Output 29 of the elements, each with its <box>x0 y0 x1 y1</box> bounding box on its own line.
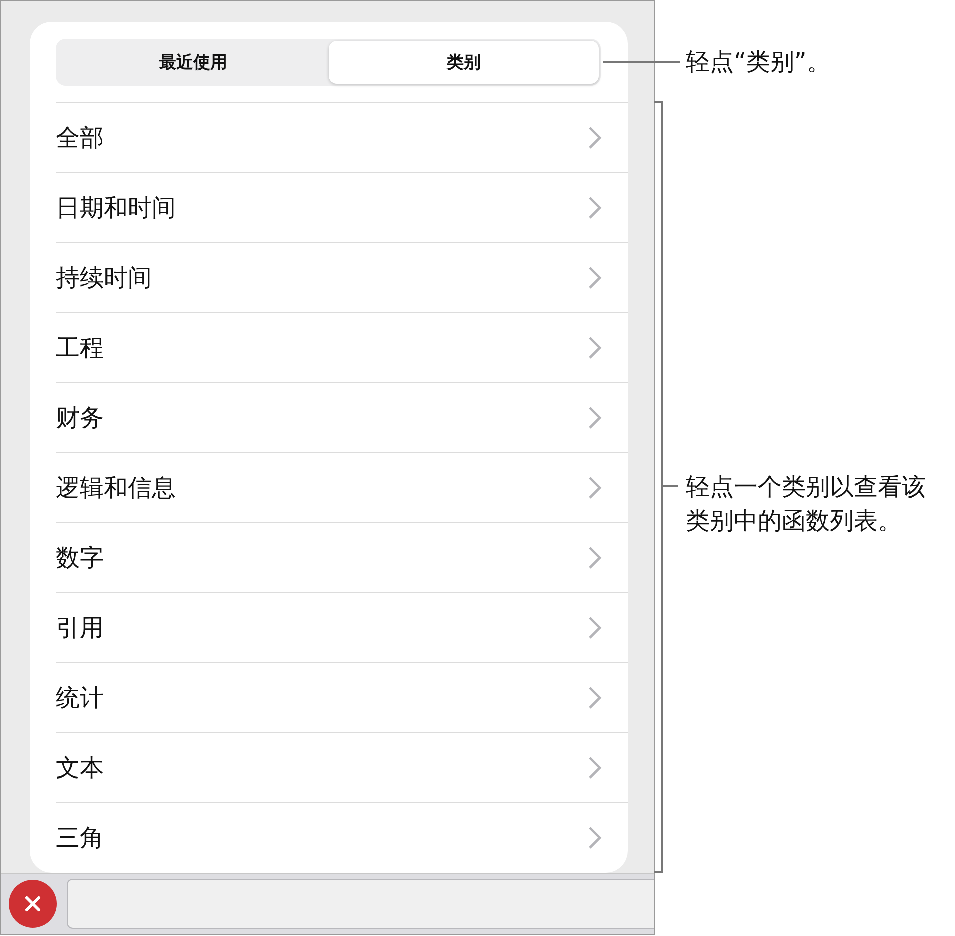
chevron-icon <box>588 126 602 150</box>
chevron-icon <box>588 476 602 500</box>
callout-text: 轻点“类别”。 <box>686 47 831 78</box>
chevron-icon <box>588 616 602 640</box>
category-item[interactable]: 引用 <box>56 593 628 663</box>
chevron-icon <box>588 336 602 360</box>
chevron-icon <box>588 826 602 850</box>
category-item[interactable]: 全部 <box>56 103 628 173</box>
callout-text: 轻点一个类别以查看该类别中的函数列表。 <box>686 472 927 537</box>
category-item[interactable]: 三角 <box>56 803 628 872</box>
category-item[interactable]: 工程 <box>56 313 628 383</box>
close-icon <box>23 894 43 914</box>
close-button[interactable] <box>9 880 57 928</box>
category-item[interactable]: 文本 <box>56 733 628 803</box>
category-item[interactable]: 日期和时间 <box>56 173 628 243</box>
category-item[interactable]: 统计 <box>56 663 628 733</box>
category-item[interactable]: 持续时间 <box>56 243 628 313</box>
chevron-icon <box>588 266 602 290</box>
chevron-icon <box>588 756 602 780</box>
formula-input-field[interactable] <box>67 879 654 929</box>
chevron-icon <box>588 546 602 570</box>
chevron-icon <box>588 686 602 710</box>
category-item[interactable]: 财务 <box>56 383 628 453</box>
category-item[interactable]: 逻辑和信息 <box>56 453 628 523</box>
segment-tab[interactable]: 最近使用 <box>58 41 328 84</box>
chevron-icon <box>588 196 602 220</box>
segment-tab[interactable]: 类别 <box>328 41 599 84</box>
category-item[interactable]: 数字 <box>56 523 628 593</box>
chevron-icon <box>588 406 602 430</box>
